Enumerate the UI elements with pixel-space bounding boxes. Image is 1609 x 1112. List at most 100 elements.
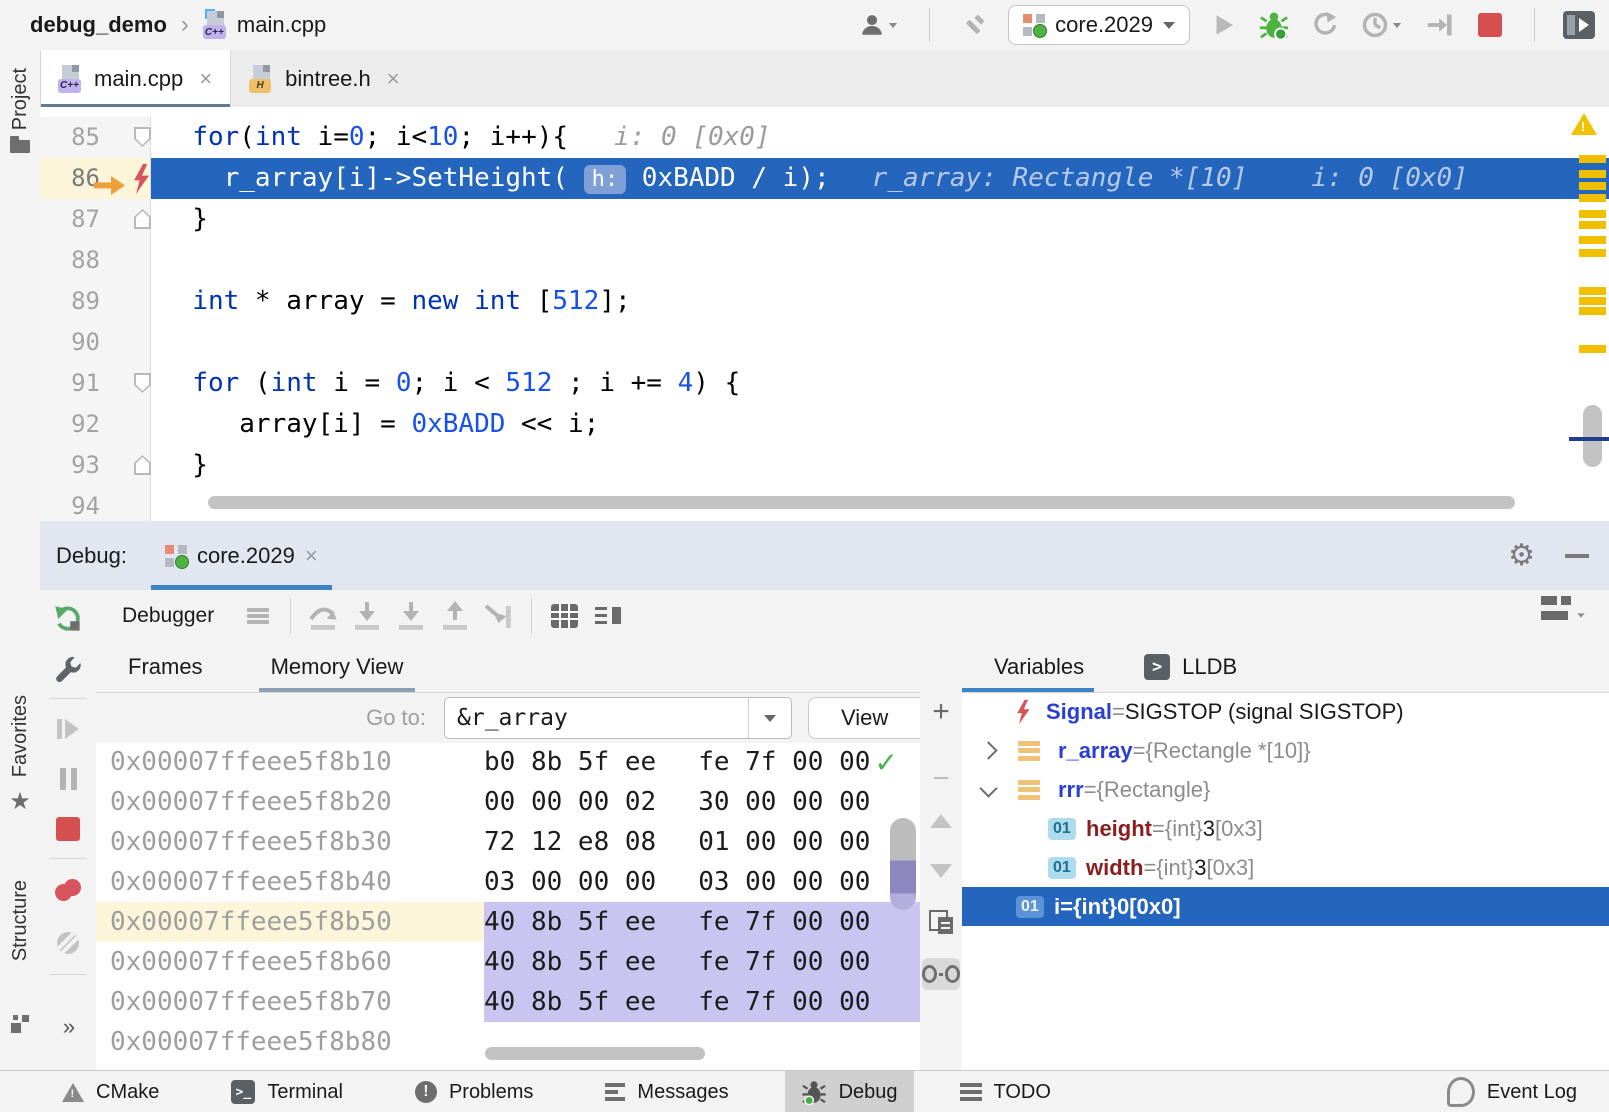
variable-row-signal[interactable]: Signal = SIGSTOP (signal SIGSTOP)	[962, 692, 1609, 731]
gutter[interactable]: 92	[40, 404, 151, 445]
goto-value[interactable]: &r_array	[457, 705, 748, 731]
tab-frames[interactable]: Frames	[122, 642, 209, 692]
view-breakpoints-icon[interactable]	[51, 874, 85, 908]
threads-view-icon[interactable]	[240, 599, 276, 633]
sidebar-item-project[interactable]: Project	[0, 68, 40, 153]
user-icon[interactable]	[857, 9, 901, 41]
attach-to-process-icon[interactable]	[1308, 9, 1340, 41]
variable-row-i-selected[interactable]: 01 i = {int} 0 [0x0]	[962, 887, 1609, 926]
step-out-icon[interactable]	[437, 599, 473, 633]
variable-row-r-array[interactable]: r_array = {Rectangle *[10]}	[962, 731, 1609, 770]
chevron-down-icon[interactable]	[979, 779, 997, 797]
resume-button[interactable]	[51, 712, 85, 746]
show-watches-glasses-icon[interactable]	[922, 958, 960, 990]
chevron-right-icon[interactable]	[979, 741, 997, 759]
gutter[interactable]: 87	[40, 199, 151, 240]
stop-button[interactable]	[1474, 9, 1506, 41]
close-icon[interactable]: ×	[305, 543, 318, 569]
fold-marker-icon[interactable]	[134, 127, 151, 147]
memory-row-highlighted[interactable]: 0x00007ffeee5f8b70 40 8b 5f eefe 7f 00 0…	[96, 982, 920, 1022]
statusbar-item-cmake[interactable]: CMake	[46, 1071, 175, 1112]
profiler-icon[interactable]	[1358, 9, 1406, 41]
tab-bintree-h[interactable]: H bintree.h ×	[230, 50, 417, 107]
more-actions-button[interactable]: »	[51, 1010, 85, 1044]
close-icon[interactable]: ×	[199, 66, 212, 92]
variable-row-width[interactable]: 01 width = {int} 3 [0x3]	[962, 848, 1609, 887]
memory-row[interactable]: 0x00007ffeee5f8b30 72 12 e8 0801 00 00 0…	[96, 822, 920, 862]
memory-row[interactable]: 0x00007ffeee5f8b20 00 00 00 0230 00 00 0…	[96, 782, 920, 822]
build-hammer-icon[interactable]	[958, 9, 990, 41]
move-down-icon[interactable]	[930, 864, 952, 878]
gutter[interactable]: 86	[40, 158, 151, 199]
breadcrumb-file[interactable]: main.cpp	[237, 12, 326, 38]
fold-marker-icon[interactable]	[134, 455, 151, 475]
layout-settings-icon[interactable]	[590, 599, 626, 633]
code-editor[interactable]: 85 for(int i=0; i<10; i++){i: 0 [0x0] 86…	[40, 107, 1609, 521]
step-into-icon[interactable]	[349, 599, 385, 633]
debug-session-tab[interactable]: core.2029 ×	[151, 521, 332, 590]
stop-button[interactable]	[51, 812, 85, 846]
gutter[interactable]: 90	[40, 322, 151, 363]
step-into-process-icon[interactable]	[1424, 9, 1456, 41]
statusbar-item-debug[interactable]: Debug	[785, 1071, 914, 1112]
run-button[interactable]	[1208, 9, 1240, 41]
gutter[interactable]: 91	[40, 363, 151, 404]
memory-row[interactable]: 0x00007ffeee5f8b40 03 00 00 0003 00 00 0…	[96, 862, 920, 902]
statusbar-item-terminal[interactable]: >_ Terminal	[215, 1071, 359, 1112]
settings-wrench-icon[interactable]	[51, 652, 85, 686]
tab-variables[interactable]: Variables	[986, 642, 1092, 692]
view-button[interactable]: View	[808, 697, 921, 739]
editor-horizontal-scrollbar[interactable]	[208, 496, 1515, 509]
close-icon[interactable]: ×	[387, 66, 400, 92]
goto-address-combobox[interactable]: &r_array	[444, 697, 792, 739]
warning-triangle-icon[interactable]	[1571, 113, 1597, 135]
memory-row[interactable]: 0x00007ffeee5f8b10 b0 8b 5f eefe 7f 00 0…	[96, 742, 920, 782]
variable-row-height[interactable]: 01 height = {int} 3 [0x3]	[962, 809, 1609, 848]
gutter[interactable]: 89	[40, 281, 151, 322]
debug-button[interactable]	[1258, 9, 1290, 41]
window-switcher-icon[interactable]	[0, 1015, 40, 1033]
sidebar-item-favorites[interactable]: Favorites ★	[0, 695, 40, 815]
memory-row-highlighted[interactable]: 0x00007ffeee5f8b50 40 8b 5f eefe 7f 00 0…	[96, 902, 920, 942]
gear-icon[interactable]: ⚙	[1508, 541, 1535, 571]
statusbar-item-event-log[interactable]: Event Log	[1431, 1071, 1593, 1112]
favorites-label: Favorites	[9, 695, 32, 777]
run-configuration-select[interactable]: core.2029	[1008, 5, 1190, 45]
statusbar-item-problems[interactable]: ! Problems	[399, 1071, 549, 1112]
memory-vertical-scrollbar[interactable]	[890, 818, 916, 910]
tab-lldb[interactable]: > LLDB	[1136, 642, 1245, 692]
breadcrumb-project[interactable]: debug_demo	[30, 12, 167, 38]
remove-watch-button[interactable]: −	[932, 764, 950, 794]
variable-row-rrr[interactable]: rrr = {Rectangle}	[962, 770, 1609, 809]
gutter[interactable]: 88	[40, 240, 151, 281]
run-console-icon[interactable]	[1563, 9, 1595, 41]
editor-error-stripe[interactable]	[1565, 107, 1609, 521]
mute-breakpoints-icon[interactable]	[51, 926, 85, 960]
fold-marker-icon[interactable]	[134, 373, 151, 393]
memory-row-highlighted[interactable]: 0x00007ffeee5f8b60 40 8b 5f eefe 7f 00 0…	[96, 942, 920, 982]
add-watch-button[interactable]: +	[932, 697, 950, 727]
editor-vertical-scrollbar[interactable]	[1583, 405, 1602, 467]
combo-dropdown-button[interactable]	[748, 698, 791, 738]
duplicate-watch-icon[interactable]	[929, 910, 953, 934]
gutter[interactable]: 94	[40, 486, 151, 521]
run-to-cursor-icon[interactable]	[481, 599, 517, 633]
tab-memory-view[interactable]: Memory View	[265, 642, 410, 692]
tab-main-cpp[interactable]: C++ main.cpp ×	[40, 50, 230, 107]
restore-layout-button[interactable]	[1541, 596, 1587, 620]
memory-hex-table[interactable]: 0x00007ffeee5f8b10 b0 8b 5f eefe 7f 00 0…	[96, 742, 920, 1070]
move-up-icon[interactable]	[930, 814, 952, 828]
statusbar-item-messages[interactable]: Messages	[589, 1071, 744, 1112]
pause-button[interactable]	[51, 762, 85, 796]
evaluate-expression-icon[interactable]	[546, 599, 582, 633]
gutter[interactable]: 93	[40, 445, 151, 486]
step-over-icon[interactable]	[305, 599, 341, 633]
rerun-button[interactable]	[51, 602, 85, 636]
minimize-icon[interactable]	[1565, 554, 1589, 558]
gutter[interactable]: 85	[40, 117, 151, 158]
fold-marker-icon[interactable]	[134, 209, 151, 229]
statusbar-item-todo[interactable]: TODO	[944, 1071, 1067, 1112]
sidebar-item-structure[interactable]: Structure	[0, 880, 40, 961]
force-step-into-icon[interactable]	[393, 599, 429, 633]
memory-horizontal-scrollbar[interactable]	[485, 1047, 705, 1060]
